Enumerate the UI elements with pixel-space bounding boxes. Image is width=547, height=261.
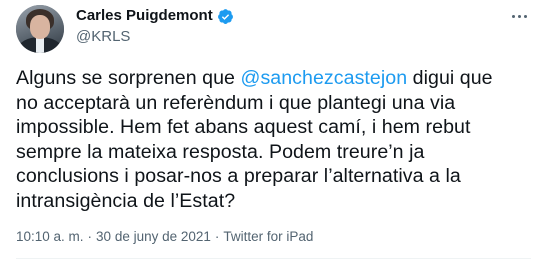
more-options-icon[interactable] <box>509 6 529 26</box>
meta-separator: · <box>87 229 93 244</box>
avatar-face <box>30 15 50 39</box>
tweet-source[interactable]: Twitter for iPad <box>223 229 313 244</box>
tweet-text: Alguns se sorprenen que @sanchezcastejon… <box>16 66 516 214</box>
more-dot <box>517 14 521 18</box>
mention-link[interactable]: @sanchezcastejon <box>241 67 408 89</box>
verified-badge-icon <box>217 8 234 25</box>
tweet-meta: 10:10 a. m. · 30 de juny de 2021 · Twitter f… <box>16 228 313 246</box>
tweet-card: Carles Puigdemont @KRLS Alguns se sorpre… <box>0 0 547 261</box>
tweet-text-start: Alguns se sorprenen que <box>16 67 241 89</box>
more-dot <box>511 14 515 18</box>
author-display-name[interactable]: Carles Puigdemont <box>76 6 213 26</box>
divider <box>16 258 531 259</box>
author-name-row: Carles Puigdemont <box>76 6 234 26</box>
tweet-date[interactable]: 30 de juny de 2021 <box>96 229 211 244</box>
avatar-shirt <box>36 37 44 53</box>
meta-separator: · <box>214 229 220 244</box>
tweet-timestamp[interactable]: 10:10 a. m. <box>16 229 84 244</box>
more-dot <box>523 14 527 18</box>
avatar[interactable] <box>16 5 64 53</box>
author-handle[interactable]: @KRLS <box>76 27 130 47</box>
